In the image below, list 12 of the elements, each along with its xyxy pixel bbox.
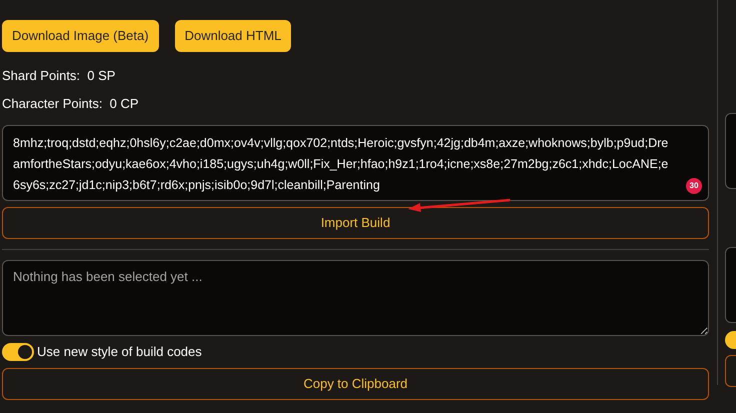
build-code-field[interactable] <box>2 125 709 201</box>
points-text: Character Points: 0 CP <box>2 94 140 112</box>
download-button[interactable]: Download HTML <box>174 20 292 52</box>
toggle-label: Use new style of build codes <box>37 343 202 361</box>
points-text: Shard Points: 0 SP <box>2 67 116 85</box>
toggle-switch[interactable] <box>2 342 34 361</box>
count-badge: 30 <box>686 178 702 194</box>
build-code-output-field[interactable]: Nothing has been selected yet ... <box>2 260 709 336</box>
download-button[interactable]: Download Image (Beta) <box>2 20 159 52</box>
copy-to-clipboard-button[interactable]: Copy to Clipboard <box>2 368 709 400</box>
import-build-button[interactable]: Import Build <box>2 207 709 239</box>
build-code-text: 8mhz;troq;dstd;eqhz;0hsl6y;c2ae;d0mx;ov4v;vllg;qox702;ntds;Heroic;gvsfyn;42jg;db4m;axze;whoknows;bylb;p9ud;DreamfortheStars;odyu;kae6ox;4vho;i185;ugys;uh4g;w0ll;Fix_Her;hfao;h9z1;1ro4;icne;xs8e;27m2bg;z6c1;xhdc;LocANE;e6sy6s;zc27;jd1c;nip3;b6t7;rd6x;pnjs;isib0o;9d7l;cleanbill;Parenting <box>13 135 670 194</box>
